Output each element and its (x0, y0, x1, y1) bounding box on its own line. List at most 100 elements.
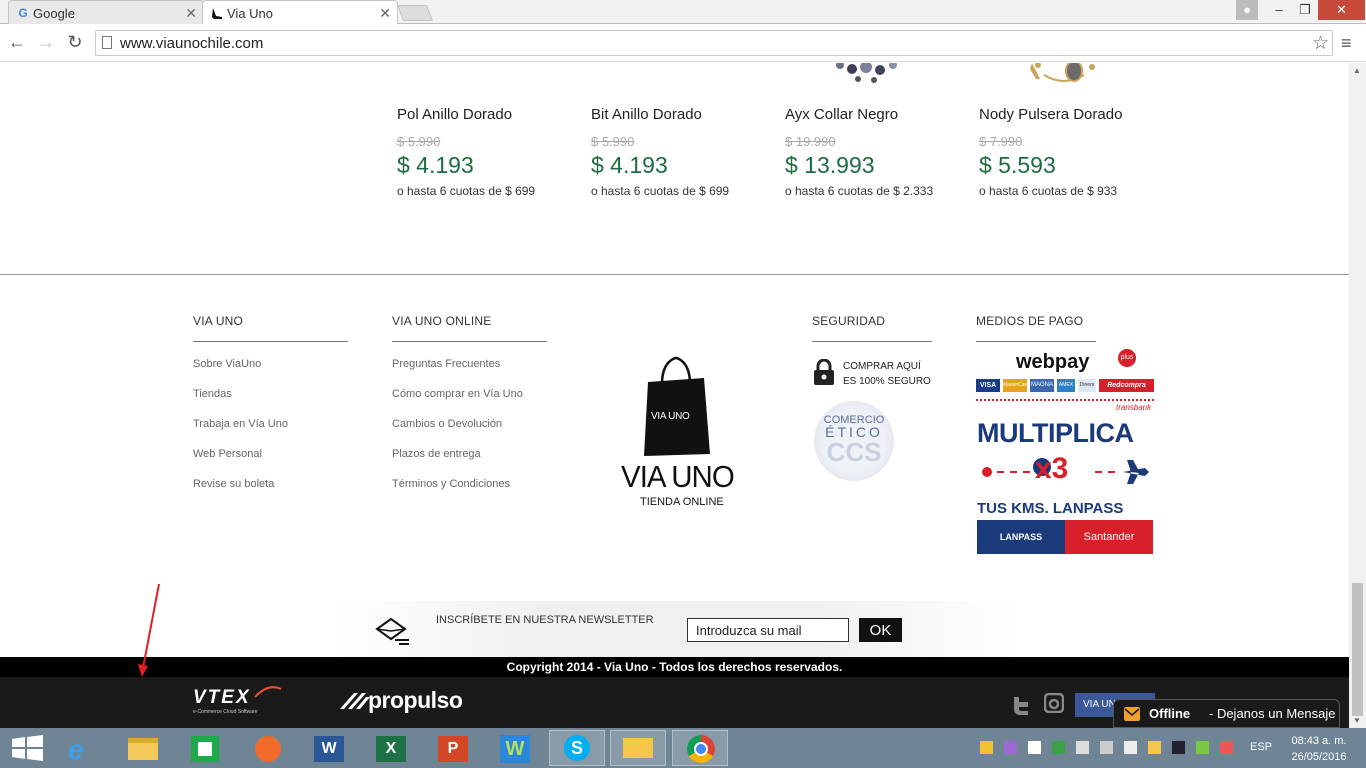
product-name[interactable]: Nody Pulsera Dorado (979, 106, 1122, 123)
close-tab-icon[interactable]: ✕ (379, 5, 391, 22)
footer-link[interactable]: Términos y Condiciones (392, 478, 510, 490)
minimize-button[interactable]: – (1266, 0, 1292, 20)
product-installments: o hasta 6 cuotas de $ 699 (591, 184, 730, 198)
tray-flag-icon[interactable] (1220, 741, 1233, 754)
windows-start-icon[interactable] (0, 730, 56, 766)
instagram-icon[interactable] (1044, 693, 1064, 713)
product-price: $ 5.593 (979, 152, 1056, 178)
footer-link[interactable]: Web Personal (193, 448, 262, 460)
forward-icon[interactable]: → (35, 32, 57, 53)
word-icon[interactable]: W (302, 730, 358, 766)
footer-col-security: SEGURIDAD COMPRAR AQUÍ ES 100% SEGURO CO… (812, 314, 932, 554)
tray-display-icon[interactable] (1172, 741, 1185, 754)
close-window-button[interactable]: ✕ (1318, 0, 1365, 20)
tray-windows-icon[interactable] (1028, 741, 1041, 754)
chat-status: Offline (1149, 706, 1191, 721)
footer-col-online: VIA UNO ONLINE Preguntas Frecuentes Cómo… (392, 314, 547, 504)
footer-link[interactable]: Plazos de entrega (392, 448, 481, 460)
tray-outlook-icon[interactable] (1148, 741, 1161, 754)
powerpoint-icon[interactable]: P (426, 730, 482, 766)
browser-tab-strip: G Google ✕ Via Uno ✕ ● – ❐ ✕ (0, 0, 1366, 25)
reload-icon[interactable]: ↻ (64, 32, 86, 53)
tray-app-icon[interactable] (980, 741, 993, 754)
product-image[interactable] (1024, 63, 1104, 87)
footer-link[interactable]: Cómo comprar en Vía Uno (392, 388, 523, 400)
chat-widget[interactable]: Offline - Dejanos un Mensaje (1113, 699, 1340, 728)
footer-heading: VIA UNO ONLINE (392, 314, 492, 328)
tray-sync-icon[interactable] (1196, 741, 1209, 754)
webpay-plus-badge: plus (1118, 349, 1136, 367)
bookmark-star-icon[interactable]: ☆ (1312, 32, 1329, 55)
card-logos: VISA MasterCard MAGNA AMEX Diners Redcom… (976, 379, 1154, 392)
tab-google[interactable]: G Google ✕ (8, 0, 204, 25)
tray-network-icon[interactable] (1100, 741, 1113, 754)
footer-link[interactable]: Tiendas (193, 388, 232, 400)
product-old-price: $ 5.990 (591, 134, 635, 149)
secure-line: COMPRAR AQUÍ (843, 361, 921, 372)
address-bar[interactable]: www.viaunochile.com ☆ (95, 30, 1333, 56)
footer-link[interactable]: Cambios o Devolución (392, 418, 502, 430)
via-uno-logo[interactable]: VIA UNO VIA UNO TIENDA ONLINE (615, 356, 745, 516)
internet-explorer-icon[interactable]: e (54, 730, 110, 766)
tab-via-uno[interactable]: Via Uno ✕ (202, 0, 398, 25)
close-tab-icon[interactable]: ✕ (185, 5, 197, 22)
mastercard-logo: MasterCard (1003, 379, 1027, 392)
skype-icon[interactable]: S (549, 730, 605, 766)
product-price: $ 13.993 (785, 152, 875, 178)
product-installments: o hasta 6 cuotas de $ 699 (397, 184, 536, 198)
vtex-logo[interactable]: VTEX e-Commerce Cloud Software (193, 686, 283, 715)
scroll-up-icon[interactable]: ▲ (1353, 66, 1361, 75)
wunderlist-icon[interactable]: W (488, 730, 544, 766)
footer-heading: SEGURIDAD (812, 314, 886, 328)
seal-text: CCS (826, 437, 882, 467)
promo-title: MULTIPLICA (977, 418, 1134, 448)
footer-link[interactable]: Preguntas Frecuentes (392, 358, 500, 370)
file-explorer-icon[interactable] (116, 730, 172, 766)
windows-store-icon[interactable] (178, 730, 234, 766)
chat-message: - Dejanos un Mensaje (1209, 706, 1336, 721)
shoe-icon (210, 6, 224, 20)
tray-usb-icon[interactable] (1076, 741, 1089, 754)
menu-icon[interactable]: ≡ (1341, 33, 1352, 54)
outlook-icon[interactable] (610, 730, 666, 766)
excel-icon[interactable]: X (364, 730, 420, 766)
twitter-icon[interactable] (1011, 695, 1031, 715)
vertical-scrollbar[interactable]: ▲ ▼ (1349, 63, 1366, 728)
vtex-swoosh-icon (254, 686, 282, 698)
product-old-price: $ 5.990 (397, 134, 441, 149)
product-name[interactable]: Bit Anillo Dorado (591, 106, 702, 123)
origin-icon[interactable] (240, 730, 296, 766)
magna-logo: MAGNA (1030, 379, 1054, 392)
comercio-etico-seal[interactable]: COMERCIO ÉTICO CCS (814, 401, 894, 481)
footer-heading: MEDIOS DE PAGO (976, 314, 1084, 328)
product-image[interactable] (830, 63, 910, 87)
tray-pen-icon[interactable] (1004, 741, 1017, 754)
footer-link[interactable]: Revise su boleta (193, 478, 274, 490)
tray-volume-icon[interactable] (1124, 741, 1137, 754)
footer-rule (812, 341, 932, 342)
chrome-icon[interactable] (672, 730, 728, 766)
system-clock[interactable]: 08:43 a. m. 26/05/2016 (1284, 733, 1354, 765)
new-tab-button[interactable] (397, 5, 433, 21)
newsletter-ok-button[interactable]: OK (859, 618, 902, 642)
scrollbar-thumb[interactable] (1352, 583, 1363, 716)
footer-link[interactable]: Trabaja en Vía Uno (193, 418, 288, 430)
santander-logo: Santander (1065, 520, 1153, 554)
product-name[interactable]: Pol Anillo Dorado (397, 106, 512, 123)
tray-security-icon[interactable] (1052, 741, 1065, 754)
amex-logo: AMEX (1057, 379, 1075, 392)
propulso-stripes-icon (340, 693, 370, 709)
user-profile-icon[interactable]: ● (1236, 0, 1258, 20)
language-indicator[interactable]: ESP (1250, 741, 1272, 753)
windows-taskbar: e W X P W S ESP 08:43 a. m. 26/05/2016 (0, 728, 1366, 768)
lock-icon (814, 359, 834, 385)
footer-link[interactable]: Sobre ViaUno (193, 358, 261, 370)
restore-button[interactable]: ❐ (1292, 0, 1318, 20)
secure-line: ES 100% SEGURO (843, 376, 931, 387)
product-name[interactable]: Ayx Collar Negro (785, 106, 898, 123)
back-icon[interactable]: ← (6, 32, 28, 53)
lanpass-promo-banner[interactable]: MULTIPLICA x3 TUS KMS. LANPASS LANPASS S… (977, 414, 1153, 554)
scroll-down-icon[interactable]: ▼ (1353, 716, 1361, 725)
newsletter-email-input[interactable] (687, 618, 849, 642)
section-divider (0, 274, 1349, 275)
